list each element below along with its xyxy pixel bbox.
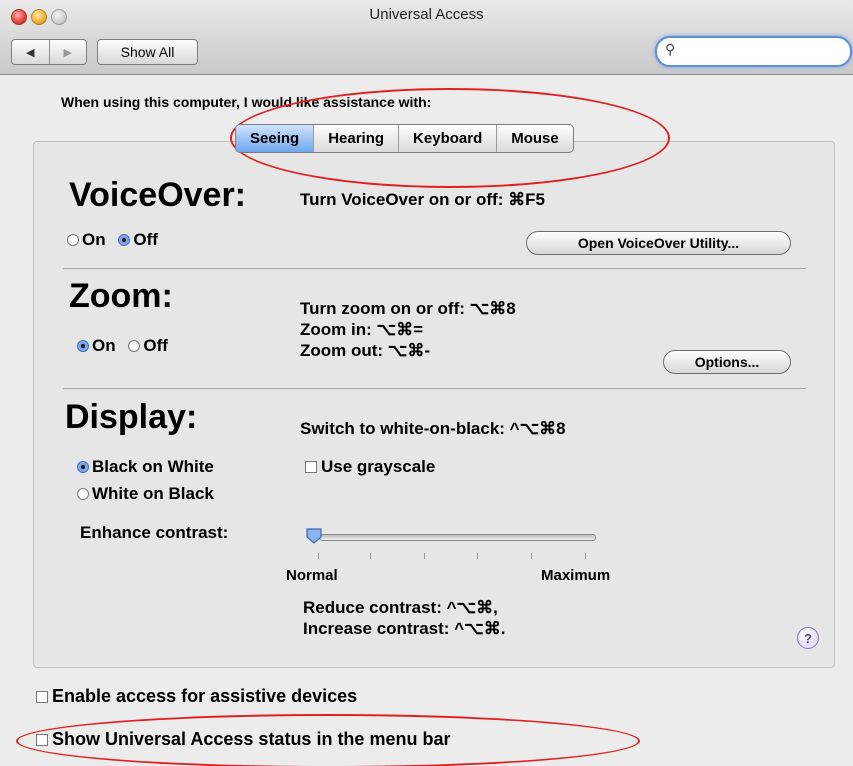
contrast-slider-track[interactable]: [319, 534, 596, 541]
voiceover-radio-group: On Off: [67, 230, 158, 250]
universal-access-window: Universal Access ◀ ▶ Show All ⚲ When usi…: [0, 0, 853, 766]
tab-keyboard[interactable]: Keyboard: [398, 125, 496, 152]
zoom-on-label: On: [92, 336, 116, 355]
grayscale-checkbox[interactable]: Use grayscale: [305, 457, 435, 477]
back-arrow-icon[interactable]: ◀: [12, 40, 49, 64]
increase-contrast-shortcut: Increase contrast: ^⌥⌘.: [303, 619, 506, 638]
intro-text: When using this computer, I would like a…: [61, 94, 432, 110]
radio-icon: [67, 234, 79, 246]
radio-icon: [77, 488, 89, 500]
zoom-heading: Zoom:: [69, 277, 173, 315]
voiceover-on-radio[interactable]: On: [67, 230, 106, 249]
status-menu-checkbox[interactable]: Show Universal Access status in the menu…: [36, 729, 450, 750]
slider-tick: [531, 553, 532, 559]
checkbox-icon: [36, 734, 48, 746]
window-title: Universal Access: [369, 6, 484, 23]
radio-selected-icon: [77, 461, 89, 473]
enhance-contrast-label: Enhance contrast:: [80, 523, 229, 542]
assistive-devices-label: Enable access for assistive devices: [52, 686, 358, 706]
zoom-shortcut-in: Zoom in: ⌥⌘=: [300, 320, 424, 339]
reduce-contrast-shortcut: Reduce contrast: ^⌥⌘,: [303, 598, 498, 617]
black-on-white-label: Black on White: [92, 457, 214, 476]
tab-hearing[interactable]: Hearing: [313, 125, 398, 152]
slider-tick: [477, 553, 478, 559]
slider-tick: [318, 553, 319, 559]
slider-max-label: Maximum: [541, 567, 611, 584]
grayscale-label: Use grayscale: [321, 457, 436, 476]
assistance-tabs: Seeing Hearing Keyboard Mouse: [235, 124, 574, 153]
contrast-slider-thumb[interactable]: [305, 527, 323, 545]
zoom-shortcut-toggle: Turn zoom on or off: ⌥⌘8: [300, 299, 516, 318]
voiceover-on-label: On: [82, 230, 106, 249]
voiceover-off-radio[interactable]: Off: [118, 230, 158, 249]
radio-selected-icon: [118, 234, 131, 246]
slider-tick: [585, 553, 586, 559]
black-on-white-radio[interactable]: Black on White: [77, 457, 214, 477]
zoom-shortcut-out: Zoom out: ⌥⌘-: [300, 341, 431, 360]
voiceover-shortcut: Turn VoiceOver on or off: ⌘F5: [300, 190, 545, 209]
divider: [63, 268, 806, 269]
slider-tick: [370, 553, 371, 559]
search-field[interactable]: ⚲: [655, 36, 852, 67]
show-all-button[interactable]: Show All: [97, 39, 198, 65]
zoom-options-button[interactable]: Options...: [663, 350, 791, 374]
checkbox-icon: [305, 461, 317, 473]
voiceover-off-label: Off: [133, 230, 158, 249]
slider-tick: [424, 553, 425, 559]
title-bar: Universal Access ◀ ▶ Show All ⚲: [0, 0, 853, 75]
zoom-off-label: Off: [143, 336, 168, 355]
search-input[interactable]: [683, 41, 837, 58]
back-forward-control: ◀ ▶: [11, 39, 87, 65]
zoom-radio-group: On Off: [77, 336, 168, 356]
white-on-black-radio[interactable]: White on Black: [77, 484, 214, 504]
status-menu-label: Show Universal Access status in the menu…: [52, 729, 451, 749]
open-voiceover-utility-button[interactable]: Open VoiceOver Utility...: [526, 231, 791, 255]
voiceover-heading: VoiceOver:: [69, 176, 247, 214]
display-heading: Display:: [65, 398, 198, 436]
help-button[interactable]: ?: [797, 627, 819, 649]
assistive-devices-checkbox[interactable]: Enable access for assistive devices: [36, 686, 357, 707]
slider-min-label: Normal: [286, 567, 338, 584]
zoom-on-radio[interactable]: On: [77, 336, 116, 355]
divider: [63, 388, 806, 389]
display-shortcut: Switch to white-on-black: ^⌥⌘8: [300, 419, 566, 438]
tab-seeing[interactable]: Seeing: [236, 125, 314, 152]
checkbox-icon: [36, 691, 48, 703]
zoom-off-radio[interactable]: Off: [128, 336, 168, 355]
forward-arrow-icon[interactable]: ▶: [48, 40, 87, 64]
radio-icon: [128, 340, 141, 352]
tab-mouse[interactable]: Mouse: [496, 125, 573, 152]
radio-selected-icon: [77, 340, 89, 352]
search-icon: ⚲: [665, 41, 676, 57]
white-on-black-label: White on Black: [92, 484, 214, 503]
